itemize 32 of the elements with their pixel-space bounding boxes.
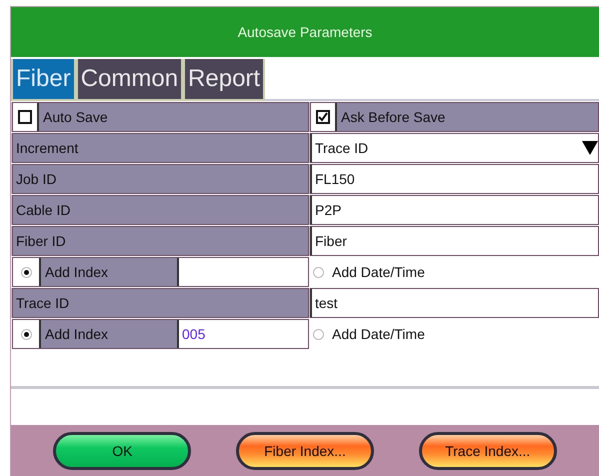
- input-field[interactable]: P2P: [310, 195, 599, 225]
- radio-button[interactable]: [20, 266, 32, 278]
- dropdown-arrow-icon: [582, 141, 598, 155]
- radio-button[interactable]: [20, 328, 32, 340]
- field-label: Fiber ID: [12, 226, 309, 256]
- input-field[interactable]: Fiber: [310, 226, 599, 256]
- option-label: Add Index: [44, 264, 110, 280]
- radio-button[interactable]: [313, 328, 324, 340]
- radio-button[interactable]: [313, 266, 324, 278]
- field-label: Cable ID: [12, 195, 309, 225]
- checkbox-label: Ask Before Save: [340, 109, 446, 125]
- option-label: Add Date/Time: [332, 264, 425, 280]
- window-title: Autosave Parameters: [11, 7, 599, 57]
- checkbox-label: Auto Save: [42, 109, 108, 125]
- tab[interactable]: Common: [76, 59, 184, 101]
- input-field[interactable]: [177, 258, 308, 286]
- field-label: Trace ID: [12, 288, 309, 318]
- input-field[interactable]: test: [310, 288, 599, 318]
- field-label: Increment: [12, 133, 309, 163]
- tab[interactable]: Report: [183, 59, 266, 101]
- input-field[interactable]: 005: [177, 320, 308, 348]
- option-label: Add Index: [44, 326, 110, 342]
- field-label: Job ID: [12, 164, 309, 194]
- tab[interactable]: Fiber: [11, 59, 76, 101]
- input-field[interactable]: FL150: [310, 164, 599, 194]
- checkbox[interactable]: [316, 110, 330, 124]
- index-button[interactable]: Trace Index...: [418, 432, 557, 470]
- index-button[interactable]: Fiber Index...: [236, 432, 374, 470]
- option-label: Add Date/Time: [332, 326, 425, 342]
- checkbox[interactable]: [18, 110, 32, 124]
- dropdown[interactable]: Trace ID: [310, 133, 599, 163]
- ok-button[interactable]: OK: [53, 432, 192, 470]
